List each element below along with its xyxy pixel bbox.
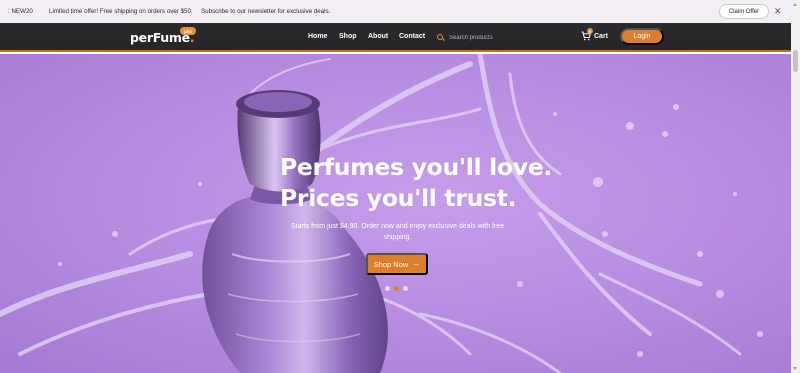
- arrow-right-icon: →: [412, 259, 421, 268]
- search-input[interactable]: [449, 34, 549, 41]
- hero-title: Perfumes you'll love. Prices you'll trus…: [280, 152, 553, 214]
- newsletter-text: Subscribe to our newsletter for exclusiv…: [201, 8, 331, 15]
- nav-link-shop[interactable]: Shop: [339, 33, 357, 40]
- nav-link-home[interactable]: Home: [308, 33, 327, 40]
- cart-button[interactable]: 0 Cart: [581, 28, 609, 41]
- carousel-dot-3[interactable]: [403, 286, 408, 291]
- logo-badge: pks: [180, 27, 196, 35]
- hero-banner: Perfumes you'll love. Prices you'll trus…: [0, 54, 791, 373]
- scroll-thumb[interactable]: [793, 50, 798, 72]
- scroll-up-icon[interactable]: [793, 3, 797, 6]
- page-scrollbar[interactable]: [791, 0, 800, 373]
- shop-now-button[interactable]: Shop Now →: [366, 253, 428, 275]
- hero-title-line-1: Perfumes you'll love.: [280, 153, 553, 181]
- cart-label: Cart: [594, 32, 609, 40]
- carousel-dot-2[interactable]: [394, 286, 399, 291]
- close-icon[interactable]: ✕: [774, 5, 782, 17]
- nav-link-contact[interactable]: Contact: [399, 33, 425, 40]
- shop-now-label: Shop Now: [373, 259, 409, 269]
- scroll-down-icon[interactable]: [793, 367, 797, 370]
- offer-text: Limited time offer! Free shipping on ord…: [49, 8, 193, 15]
- main-navbar: perFume. pks Home Shop About Contact 0 C…: [0, 23, 791, 52]
- claim-offer-button[interactable]: Claim Offer: [719, 4, 769, 19]
- login-button[interactable]: Login: [620, 28, 664, 45]
- promo-code: : NEW20: [8, 8, 33, 15]
- hero-subtitle: Starts from just $4.90. Order now and en…: [290, 223, 505, 241]
- cart-count-badge: 0: [587, 28, 593, 34]
- search-icon[interactable]: [436, 33, 446, 42]
- hero-title-line-2: Prices you'll trust.: [280, 184, 517, 212]
- search-bar: [436, 31, 556, 44]
- carousel-dots: [385, 286, 408, 291]
- carousel-dot-1[interactable]: [385, 286, 390, 291]
- announcement-bar: : NEW20 Limited time offer! Free shippin…: [0, 0, 791, 23]
- nav-link-about[interactable]: About: [368, 33, 388, 40]
- cart-icon: 0: [581, 28, 593, 41]
